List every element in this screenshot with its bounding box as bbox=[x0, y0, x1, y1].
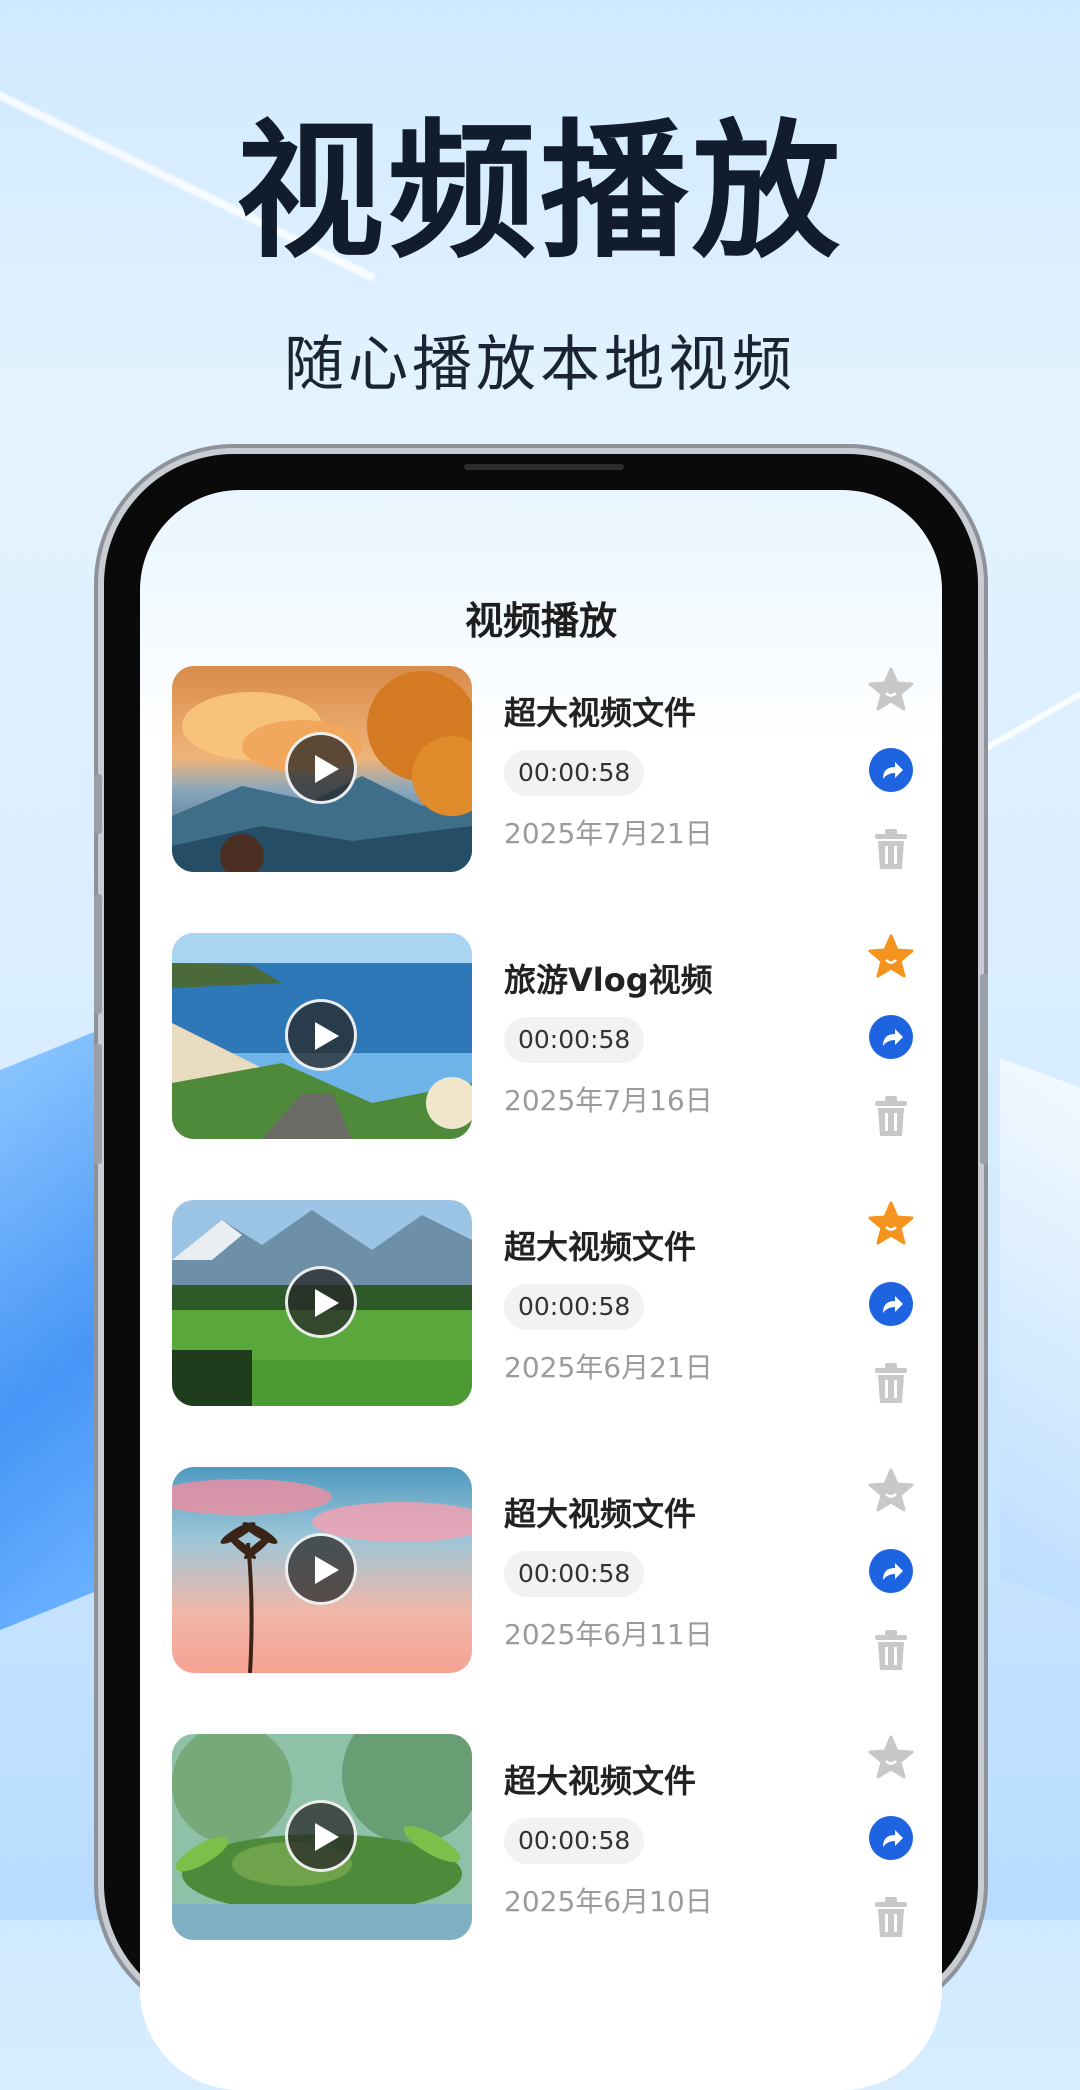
background-ribbon-right bbox=[1000, 1058, 1080, 1622]
video-thumbnail[interactable] bbox=[172, 933, 472, 1139]
power-button bbox=[980, 974, 988, 1164]
star-icon[interactable] bbox=[867, 933, 915, 981]
speaker-grille bbox=[464, 464, 624, 470]
video-date: 2025年6月11日 bbox=[504, 1618, 713, 1651]
trash-icon[interactable] bbox=[867, 826, 915, 874]
screen-title: 视频播放 bbox=[464, 599, 617, 643]
play-icon[interactable] bbox=[285, 999, 357, 1071]
video-title: 超大视频文件 bbox=[504, 694, 697, 732]
video-duration: 00:00:58 bbox=[504, 1551, 645, 1597]
video-title: 超大视频文件 bbox=[504, 1495, 697, 1533]
promo-headline: 视频播放 bbox=[236, 106, 844, 278]
video-date: 2025年6月10日 bbox=[504, 1885, 713, 1918]
video-date: 2025年7月21日 bbox=[504, 817, 713, 850]
star-icon[interactable] bbox=[867, 1734, 915, 1782]
video-list-item[interactable]: 旅游Vlog视频 00:00:58 2025年7月16日 bbox=[172, 933, 915, 1143]
mute-switch bbox=[94, 774, 102, 834]
volume-up-button bbox=[94, 894, 102, 1014]
video-list-item[interactable]: 超大视频文件 00:00:58 2025年6月21日 bbox=[172, 1200, 915, 1410]
video-thumbnail[interactable] bbox=[172, 1467, 472, 1673]
star-icon[interactable] bbox=[867, 666, 915, 714]
promo-subheadline: 随心播放本地视频 bbox=[284, 330, 796, 400]
video-title: 旅游Vlog视频 bbox=[504, 961, 713, 999]
play-icon[interactable] bbox=[285, 732, 357, 804]
phone-frame: 视频播放 超大视频文件 00:00:58 2025年7月21日 旅游Vlog视频… bbox=[94, 454, 988, 2090]
video-list-item[interactable]: 超大视频文件 00:00:58 2025年7月21日 bbox=[172, 666, 915, 876]
play-icon[interactable] bbox=[285, 1800, 357, 1872]
share-icon[interactable] bbox=[867, 1547, 915, 1595]
share-icon[interactable] bbox=[867, 1280, 915, 1328]
trash-icon[interactable] bbox=[867, 1093, 915, 1141]
video-list-item[interactable]: 超大视频文件 00:00:58 2025年6月11日 bbox=[172, 1467, 915, 1677]
video-list-item[interactable]: 超大视频文件 00:00:58 2025年6月10日 bbox=[172, 1734, 915, 1944]
share-icon[interactable] bbox=[867, 1814, 915, 1862]
volume-down-button bbox=[94, 1044, 102, 1164]
play-icon[interactable] bbox=[285, 1266, 357, 1338]
video-thumbnail[interactable] bbox=[172, 1200, 472, 1406]
video-thumbnail[interactable] bbox=[172, 1734, 472, 1940]
star-icon[interactable] bbox=[867, 1467, 915, 1515]
video-date: 2025年7月16日 bbox=[504, 1084, 713, 1117]
trash-icon[interactable] bbox=[867, 1360, 915, 1408]
video-title: 超大视频文件 bbox=[504, 1228, 697, 1266]
video-date: 2025年6月21日 bbox=[504, 1351, 713, 1384]
video-duration: 00:00:58 bbox=[504, 750, 645, 796]
share-icon[interactable] bbox=[867, 746, 915, 794]
trash-icon[interactable] bbox=[867, 1894, 915, 1942]
video-duration: 00:00:58 bbox=[504, 1017, 645, 1063]
video-duration: 00:00:58 bbox=[504, 1284, 645, 1330]
trash-icon[interactable] bbox=[867, 1627, 915, 1675]
share-icon[interactable] bbox=[867, 1013, 915, 1061]
video-title: 超大视频文件 bbox=[504, 1762, 697, 1800]
phone-screen: 视频播放 超大视频文件 00:00:58 2025年7月21日 旅游Vlog视频… bbox=[140, 490, 942, 2090]
play-icon[interactable] bbox=[285, 1533, 357, 1605]
video-thumbnail[interactable] bbox=[172, 666, 472, 872]
video-duration: 00:00:58 bbox=[504, 1818, 645, 1864]
star-icon[interactable] bbox=[867, 1200, 915, 1248]
